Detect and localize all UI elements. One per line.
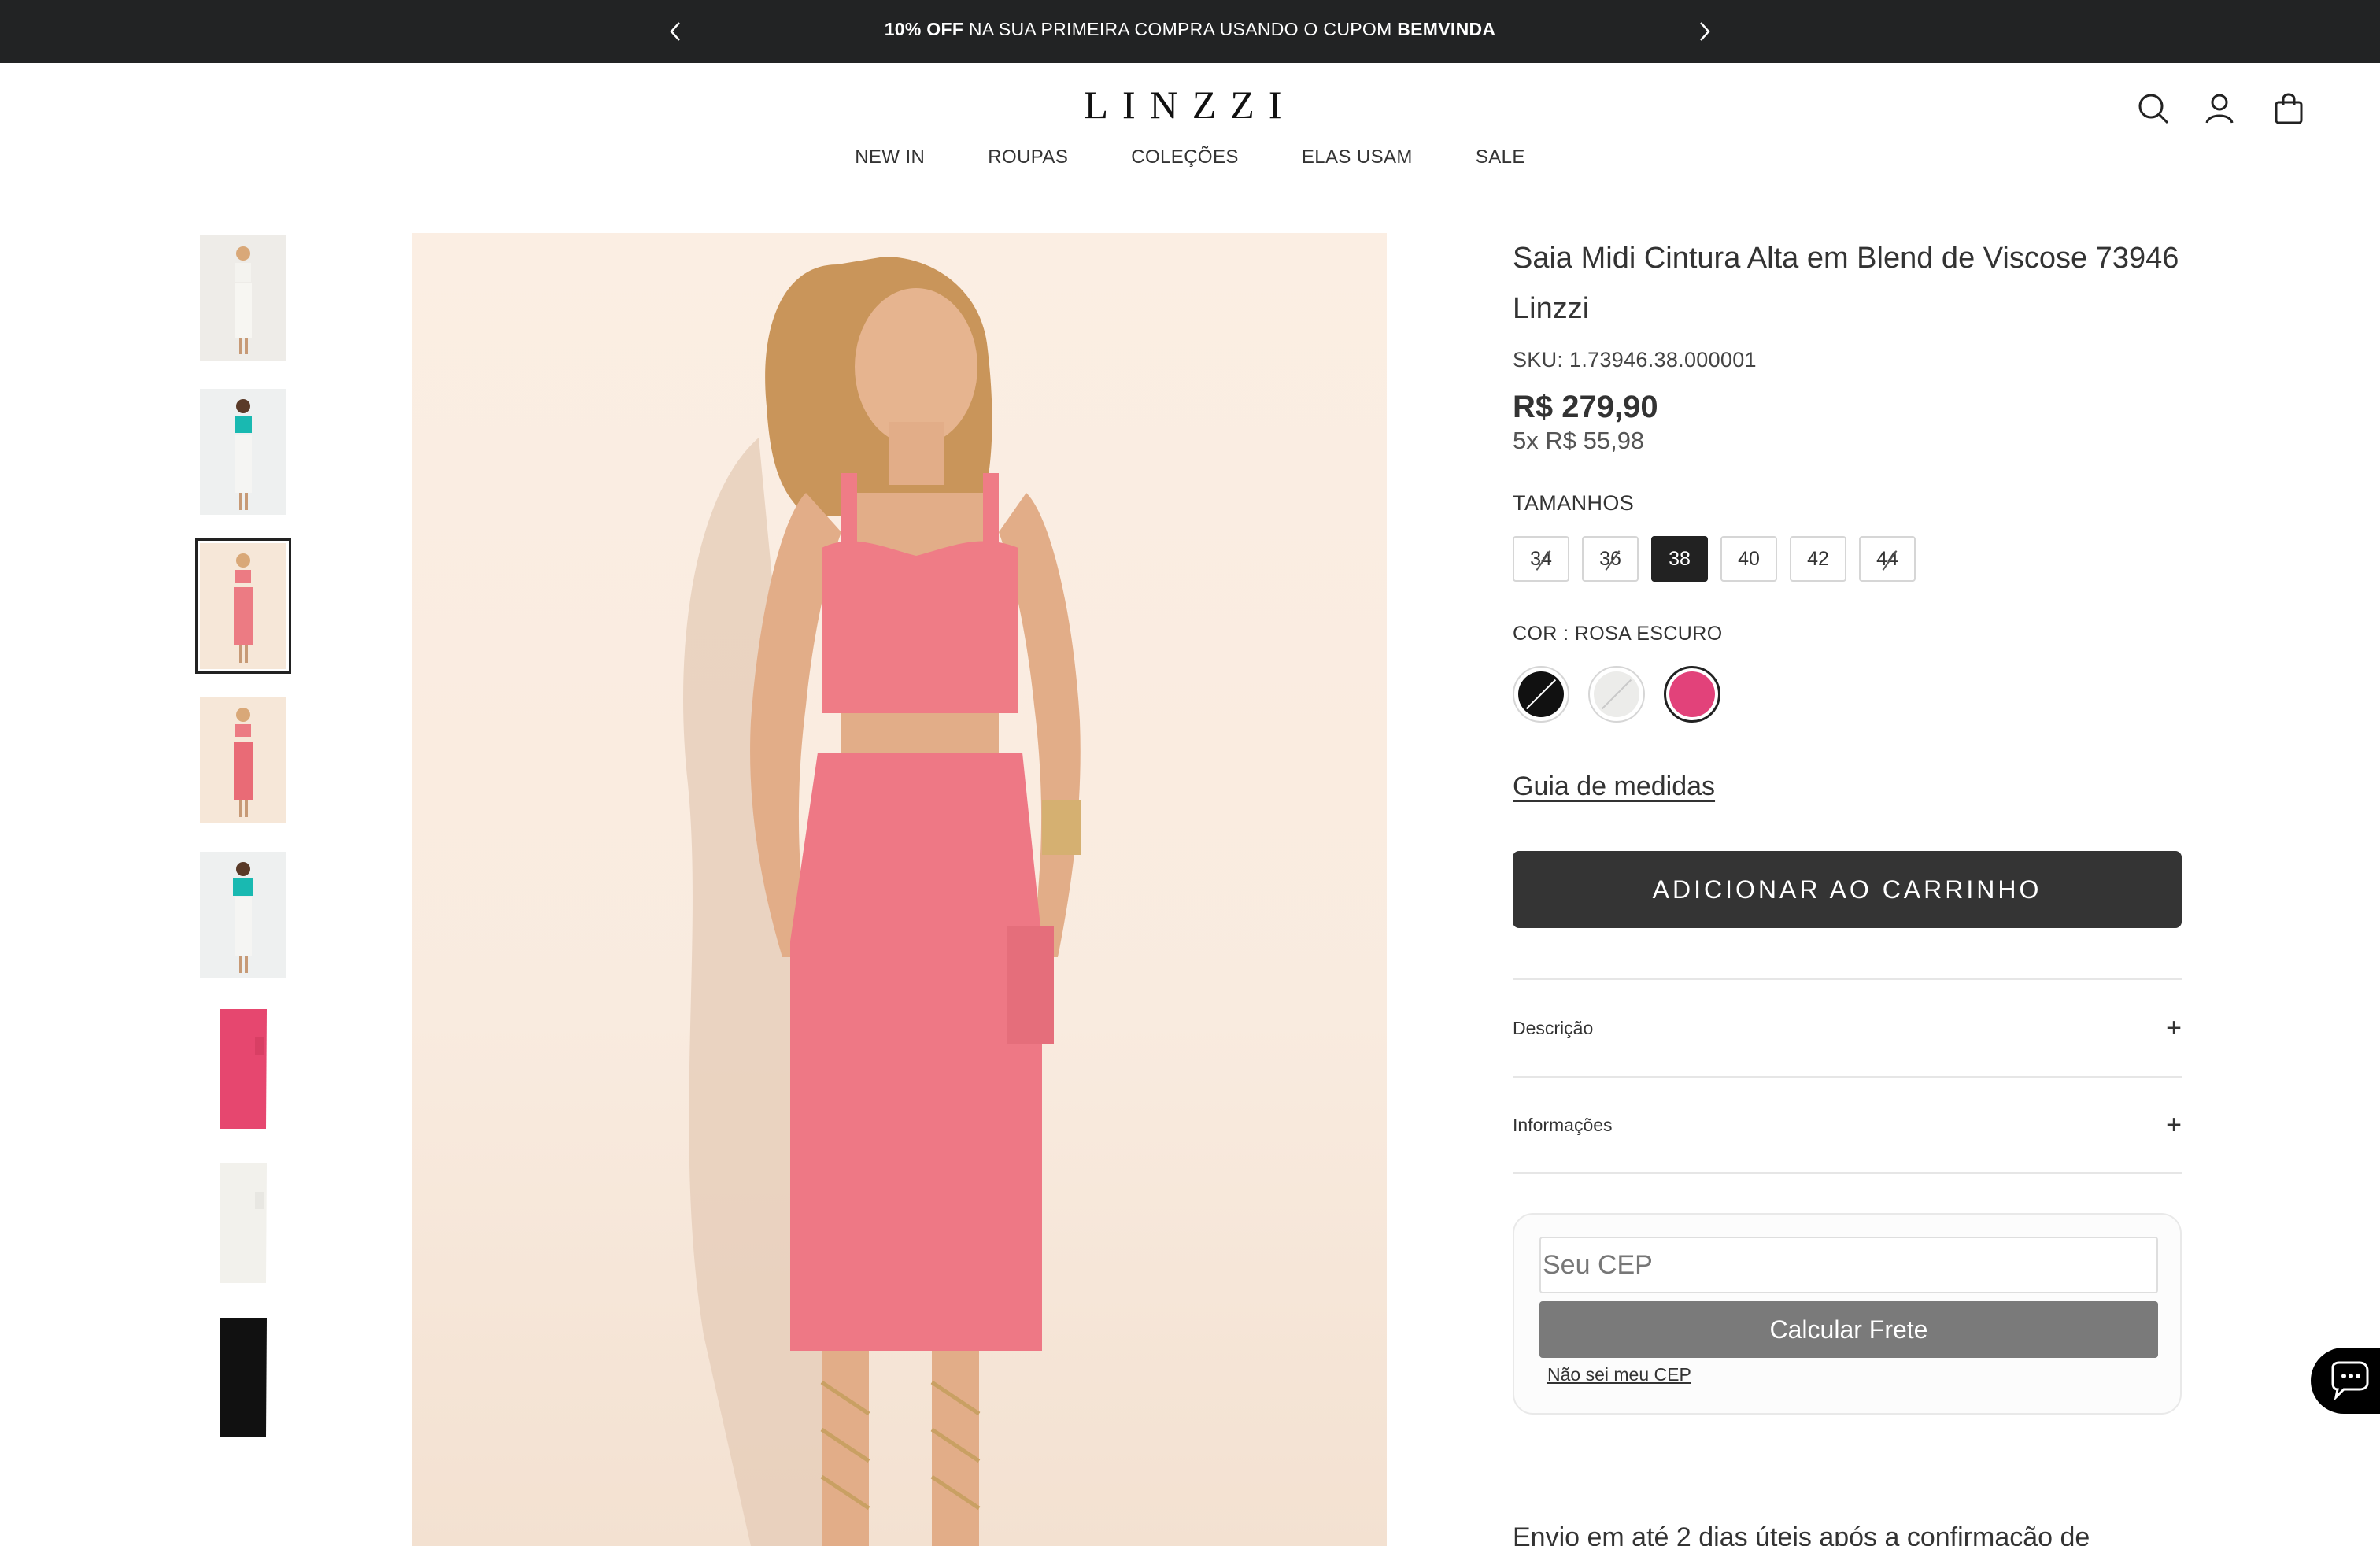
color-dot bbox=[1518, 671, 1564, 717]
gallery-thumbnail[interactable] bbox=[200, 852, 286, 978]
search-icon[interactable] bbox=[2134, 90, 2172, 128]
nav-item-roupas[interactable]: ROUPAS bbox=[988, 146, 1068, 168]
cep-input[interactable]: Seu CEP bbox=[1539, 1237, 2158, 1293]
product-main-image[interactable] bbox=[412, 233, 1387, 1546]
gallery-thumbnail[interactable] bbox=[200, 1315, 286, 1441]
size-guide-link[interactable]: Guia de medidas bbox=[1513, 771, 1715, 802]
nav-item-sale[interactable]: SALE bbox=[1476, 146, 1525, 168]
size-option[interactable]: 36 bbox=[1582, 536, 1639, 582]
chevron-right-icon[interactable] bbox=[1691, 17, 1719, 46]
size-option-selected[interactable]: 38 bbox=[1651, 536, 1708, 582]
product-info: Saia Midi Cintura Alta em Blend de Visco… bbox=[1513, 233, 2182, 1415]
product-title: Saia Midi Cintura Alta em Blend de Visco… bbox=[1513, 242, 2179, 325]
cart-icon[interactable] bbox=[2270, 90, 2308, 128]
shipping-calculator: Seu CEP Calcular Frete Não sei meu CEP bbox=[1513, 1213, 2182, 1415]
size-option[interactable]: 42 bbox=[1790, 536, 1846, 582]
account-icon[interactable] bbox=[2201, 90, 2238, 128]
plus-icon: + bbox=[2166, 1109, 2182, 1140]
color-label: COR : ROSA ESCURO bbox=[1513, 623, 1723, 645]
plus-icon: + bbox=[2166, 1012, 2182, 1043]
sizes-label: TAMANHOS bbox=[1513, 491, 1635, 515]
nav-item-new-in[interactable]: NEW IN bbox=[855, 146, 925, 168]
announcement-coupon: BEMVINDA bbox=[1397, 19, 1496, 39]
accordion-title: Informações bbox=[1513, 1114, 1613, 1135]
color-swatch-off-white[interactable] bbox=[1588, 666, 1645, 723]
brand-logo[interactable]: LINZZI bbox=[1023, 82, 1357, 128]
announcement-discount: 10% OFF bbox=[884, 19, 964, 39]
nav-item-elas-usam[interactable]: ELAS USAM bbox=[1302, 146, 1413, 168]
gallery-thumbnail[interactable] bbox=[200, 697, 286, 823]
size-selector: 34 36 38 40 42 44 bbox=[1513, 536, 2182, 582]
accordion-descricao[interactable]: Descrição + bbox=[1513, 978, 2182, 1076]
color-dot bbox=[1669, 671, 1715, 717]
announcement-text: NA SUA PRIMEIRA COMPRA USANDO O CUPOM bbox=[963, 19, 1398, 39]
product-price: R$ 279,90 bbox=[1513, 390, 1658, 424]
gallery-thumbnail-active[interactable] bbox=[195, 538, 291, 674]
announcement-bar: 10% OFF NA SUA PRIMEIRA COMPRA USANDO O … bbox=[0, 0, 2380, 63]
delivery-note: Envio em até 2 dias úteis após a confirm… bbox=[1513, 1522, 2090, 1546]
accordion-informacoes[interactable]: Informações + bbox=[1513, 1076, 2182, 1174]
color-selector bbox=[1513, 666, 2182, 723]
product-sku: SKU: 1.73946.38.000001 bbox=[1513, 348, 1757, 372]
chat-icon[interactable] bbox=[2311, 1348, 2380, 1414]
no-cep-link[interactable]: Não sei meu CEP bbox=[1547, 1364, 1691, 1385]
size-option[interactable]: 34 bbox=[1513, 536, 1569, 582]
size-option[interactable]: 44 bbox=[1859, 536, 1916, 582]
size-option[interactable]: 40 bbox=[1720, 536, 1777, 582]
gallery-thumbnail[interactable] bbox=[200, 1160, 286, 1286]
gallery-thumbnail[interactable] bbox=[200, 235, 286, 361]
main-nav: NEW IN ROUPAS COLEÇÕES ELAS USAM SALE bbox=[0, 146, 2380, 168]
color-dot bbox=[1594, 671, 1639, 717]
gallery-thumbnail[interactable] bbox=[200, 1006, 286, 1132]
color-swatch-black[interactable] bbox=[1513, 666, 1569, 723]
color-swatch-pink[interactable] bbox=[1664, 666, 1720, 723]
calculate-shipping-button[interactable]: Calcular Frete bbox=[1539, 1301, 2158, 1358]
product-installments: 5x R$ 55,98 bbox=[1513, 427, 1645, 454]
add-to-cart-button[interactable]: ADICIONAR AO CARRINHO bbox=[1513, 851, 2182, 928]
nav-item-colecoes[interactable]: COLEÇÕES bbox=[1131, 146, 1239, 168]
gallery-thumbnail[interactable] bbox=[200, 389, 286, 515]
announcement-message: 10% OFF NA SUA PRIMEIRA COMPRA USANDO O … bbox=[0, 19, 2380, 40]
accordion-title: Descrição bbox=[1513, 1017, 1594, 1038]
